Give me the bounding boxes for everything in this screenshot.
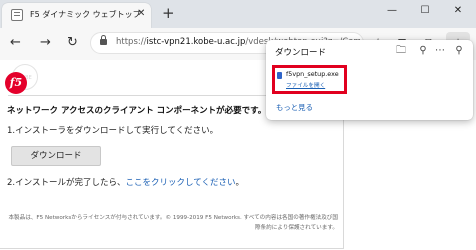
maximize-button[interactable]: ☐ bbox=[415, 4, 435, 18]
download-file-name: f5vpn_setup.exe bbox=[286, 70, 339, 78]
minimize-button[interactable]: — bbox=[382, 4, 402, 18]
tab-strip: F5 ダイナミック ウェブトップ ✕ + — ☐ ✕ bbox=[0, 0, 476, 28]
back-button[interactable]: ← bbox=[10, 35, 21, 51]
reload-button[interactable]: ↻ bbox=[67, 35, 78, 51]
download-button[interactable]: ダウンロード bbox=[11, 146, 101, 166]
close-tab-icon[interactable]: ✕ bbox=[137, 7, 145, 21]
download-item[interactable]: f5vpn_setup.exe ファイルを開く bbox=[272, 65, 347, 94]
url-host: istc-vpn21.kobe-u.ac.jp bbox=[146, 37, 246, 47]
downloads-flyout: ダウンロード 🗀 ⚲ ⋯ ⚲ f5vpn_setup.exe ファイルを開く も… bbox=[266, 40, 473, 120]
close-window-button[interactable]: ✕ bbox=[448, 4, 468, 18]
click-here-link[interactable]: ここをクリックしてください bbox=[125, 178, 235, 188]
open-file-link[interactable]: ファイルを開く bbox=[286, 81, 325, 89]
url-prefix: https:// bbox=[116, 37, 147, 47]
pin-icon[interactable]: ⚲ bbox=[452, 45, 466, 57]
instruction-step-1: 1.インストーラをダウンロードして実行してください。 bbox=[7, 126, 219, 136]
more-options-icon[interactable]: ⋯ bbox=[433, 45, 447, 57]
file-icon bbox=[277, 72, 282, 79]
browser-window: F5 ダイナミック ウェブトップ ✕ + — ☐ ✕ ← → ↻ https:/… bbox=[0, 0, 476, 250]
page-icon bbox=[11, 9, 23, 21]
tab-f5-webtop[interactable]: F5 ダイナミック ウェブトップ ✕ bbox=[2, 3, 151, 28]
step2-suffix: 。 bbox=[235, 178, 244, 188]
page-heading: ネットワーク アクセスのクライアント コンポーネントが必要です。 bbox=[7, 106, 267, 116]
new-tab-button[interactable]: + bbox=[162, 5, 175, 21]
forward-button[interactable]: → bbox=[40, 35, 51, 51]
downloads-title: ダウンロード bbox=[275, 48, 327, 58]
instruction-step-2: 2.インストールが完了したら、ここをクリックしてください。 bbox=[7, 176, 244, 188]
tab-title: F5 ダイナミック ウェブトップ bbox=[30, 10, 141, 19]
step2-prefix: 2.インストールが完了したら、 bbox=[7, 178, 126, 188]
f5-logo: f5 bbox=[5, 72, 27, 94]
see-more-link[interactable]: もっと見る bbox=[276, 102, 313, 113]
open-folder-icon[interactable]: 🗀 bbox=[394, 45, 408, 57]
copyright-footer: 本製品は、F5 Networksからライセンスが付与されています。© 1999-… bbox=[8, 215, 338, 231]
search-downloads-icon[interactable]: ⚲ bbox=[416, 45, 430, 57]
lock-icon[interactable] bbox=[100, 35, 107, 45]
